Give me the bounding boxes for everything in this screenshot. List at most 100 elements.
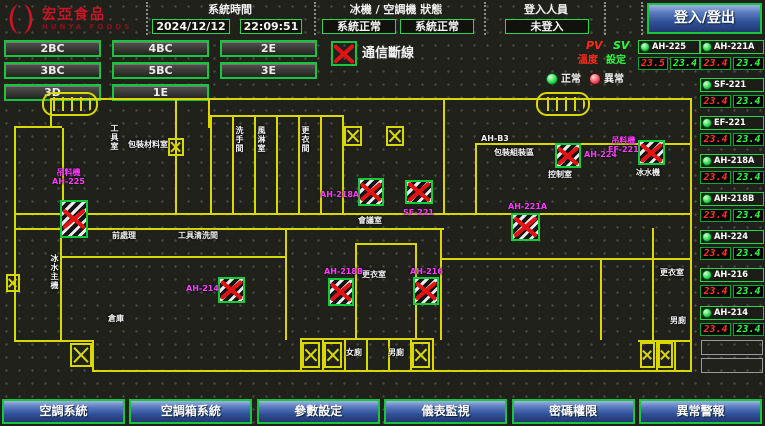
- unit-SF-221[interactable]: SF-22123.423.4: [700, 78, 764, 108]
- device-tag: AH-214: [186, 284, 219, 293]
- header-divider: [604, 2, 606, 35]
- floor-button-5bc[interactable]: 5BC: [112, 62, 209, 79]
- wall-segment: [674, 340, 676, 370]
- device-AH-225[interactable]: [60, 200, 88, 238]
- unit-pv-value: 23.4: [700, 209, 731, 222]
- device-AH-216[interactable]: [413, 277, 439, 305]
- device-AH-214[interactable]: [218, 277, 245, 303]
- nav-button-2[interactable]: 空調箱系統: [129, 399, 252, 424]
- floor-button-2e[interactable]: 2E: [220, 40, 317, 57]
- crossed-room-icon: [640, 342, 655, 368]
- crossed-room-icon: [168, 138, 184, 156]
- room-label: 男廁: [388, 348, 404, 357]
- legend-abnormal-led: [589, 73, 601, 85]
- unit-pv-value: 23.4: [700, 95, 731, 108]
- login-logout-button[interactable]: 登入/登出: [647, 3, 762, 34]
- room-label: AH-B3: [481, 134, 509, 143]
- wall-segment: [432, 338, 434, 370]
- wall-segment: [652, 228, 654, 340]
- room-label: 更衣間: [301, 126, 310, 153]
- floor-button-2bc[interactable]: 2BC: [4, 40, 101, 57]
- crossed-room-icon: [658, 342, 673, 368]
- nav-button-4[interactable]: 儀表監視: [384, 399, 507, 424]
- crossed-room-icon: [344, 126, 362, 146]
- wall-segment: [92, 370, 692, 372]
- sv-desc-label: 設定: [606, 55, 626, 67]
- wall-segment: [298, 115, 300, 213]
- empty-slot: [701, 340, 763, 355]
- crossed-room-icon: [70, 343, 92, 367]
- device-EF-221[interactable]: [638, 140, 665, 165]
- unit-name: AH-221A: [714, 42, 754, 52]
- room-label: 風淋室: [257, 126, 266, 153]
- unit-AH-225[interactable]: AH-22523.523.4: [638, 40, 700, 70]
- wall-segment: [14, 126, 62, 128]
- wall-segment: [210, 98, 692, 100]
- unit-pv-value: 23.4: [700, 285, 731, 298]
- wall-segment: [14, 340, 94, 342]
- wall-segment: [60, 256, 287, 258]
- wall-segment: [92, 340, 94, 372]
- wall-segment: [440, 258, 692, 260]
- room-label: 倉庫: [108, 314, 124, 323]
- login-user-label: 登入人員: [498, 3, 594, 17]
- wall-segment: [355, 243, 417, 245]
- nav-button-5[interactable]: 密碼權限: [512, 399, 635, 424]
- unit-sv-value: 23.4: [733, 247, 764, 260]
- floor-button-3e[interactable]: 3E: [220, 62, 317, 79]
- unit-name: AH-214: [714, 308, 748, 318]
- room-label: 更衣室: [362, 270, 386, 279]
- room-label: 控制室: [548, 170, 572, 179]
- room-label: 洗手間: [235, 126, 244, 153]
- header-divider: [641, 2, 643, 35]
- unit-status-led: [640, 42, 650, 52]
- device-tag: SF-221: [403, 208, 434, 217]
- system-clock-value: 22:09:51: [240, 19, 302, 34]
- nav-button-1[interactable]: 空調系統: [2, 399, 125, 424]
- unit-AH-214[interactable]: AH-21423.423.4: [700, 306, 764, 336]
- device-AH-224[interactable]: [555, 143, 581, 168]
- device-AH-218A[interactable]: [358, 178, 384, 206]
- unit-AH-224[interactable]: AH-224 23.423.4: [700, 230, 764, 260]
- device-SF-221[interactable]: [405, 180, 433, 204]
- header-divider: [146, 2, 148, 35]
- unit-EF-221[interactable]: EF-22123.423.4: [700, 116, 764, 146]
- legend-normal-label: 正常: [561, 74, 581, 86]
- chiller-status-value: 系統正常: [322, 19, 396, 34]
- unit-AH-216[interactable]: AH-21623.423.4: [700, 268, 764, 298]
- floor-button-4bc[interactable]: 4BC: [112, 40, 209, 57]
- device-tag: AH-218A: [320, 190, 359, 199]
- legend-normal-led: [546, 73, 558, 85]
- hmi-screen: 宏亞食品 HUNYA FOODS 系統時間 2024/12/12 22:09:5…: [0, 0, 765, 426]
- room-label: 前處理: [112, 231, 136, 240]
- pv-desc-label: 溫度: [578, 55, 598, 67]
- unit-name: EF-221: [714, 118, 746, 128]
- unit-AH-221A[interactable]: AH-221A23.423.4: [700, 40, 764, 70]
- unit-sv-value: 23.4: [733, 171, 764, 184]
- crossed-room-icon: [6, 274, 20, 292]
- unit-status-led: [702, 118, 712, 128]
- unit-pv-value: 23.5: [638, 57, 668, 70]
- brand-logo: 宏亞食品 HUNYA FOODS: [4, 2, 132, 36]
- floor-button-3bc[interactable]: 3BC: [4, 62, 101, 79]
- wall-segment: [276, 115, 278, 213]
- unit-sv-value: 23.4: [670, 57, 700, 70]
- unit-status-led: [702, 42, 712, 52]
- unit-pv-value: 23.4: [700, 247, 731, 260]
- unit-AH-218B[interactable]: AH-218B23.423.4: [700, 192, 764, 222]
- legend-abnormal-label: 異常: [604, 74, 624, 86]
- nav-button-3[interactable]: 參數設定: [257, 399, 380, 424]
- device-AH-218B[interactable]: [328, 278, 354, 306]
- unit-pv-value: 23.4: [700, 171, 731, 184]
- device-AH-221A[interactable]: [511, 213, 540, 241]
- room-label: 冰水主機: [50, 254, 59, 290]
- wall-segment: [175, 100, 177, 214]
- unit-status-led: [702, 194, 712, 204]
- comm-loss-icon: [331, 41, 357, 66]
- unit-pv-value: 23.4: [700, 323, 731, 336]
- unit-AH-218A[interactable]: AH-218A23.423.4: [700, 154, 764, 184]
- unit-name: AH-224: [714, 232, 748, 242]
- nav-button-6[interactable]: 異常警報: [639, 399, 762, 424]
- room-label: 工具室: [110, 124, 119, 151]
- unit-name: SF-221: [714, 80, 746, 90]
